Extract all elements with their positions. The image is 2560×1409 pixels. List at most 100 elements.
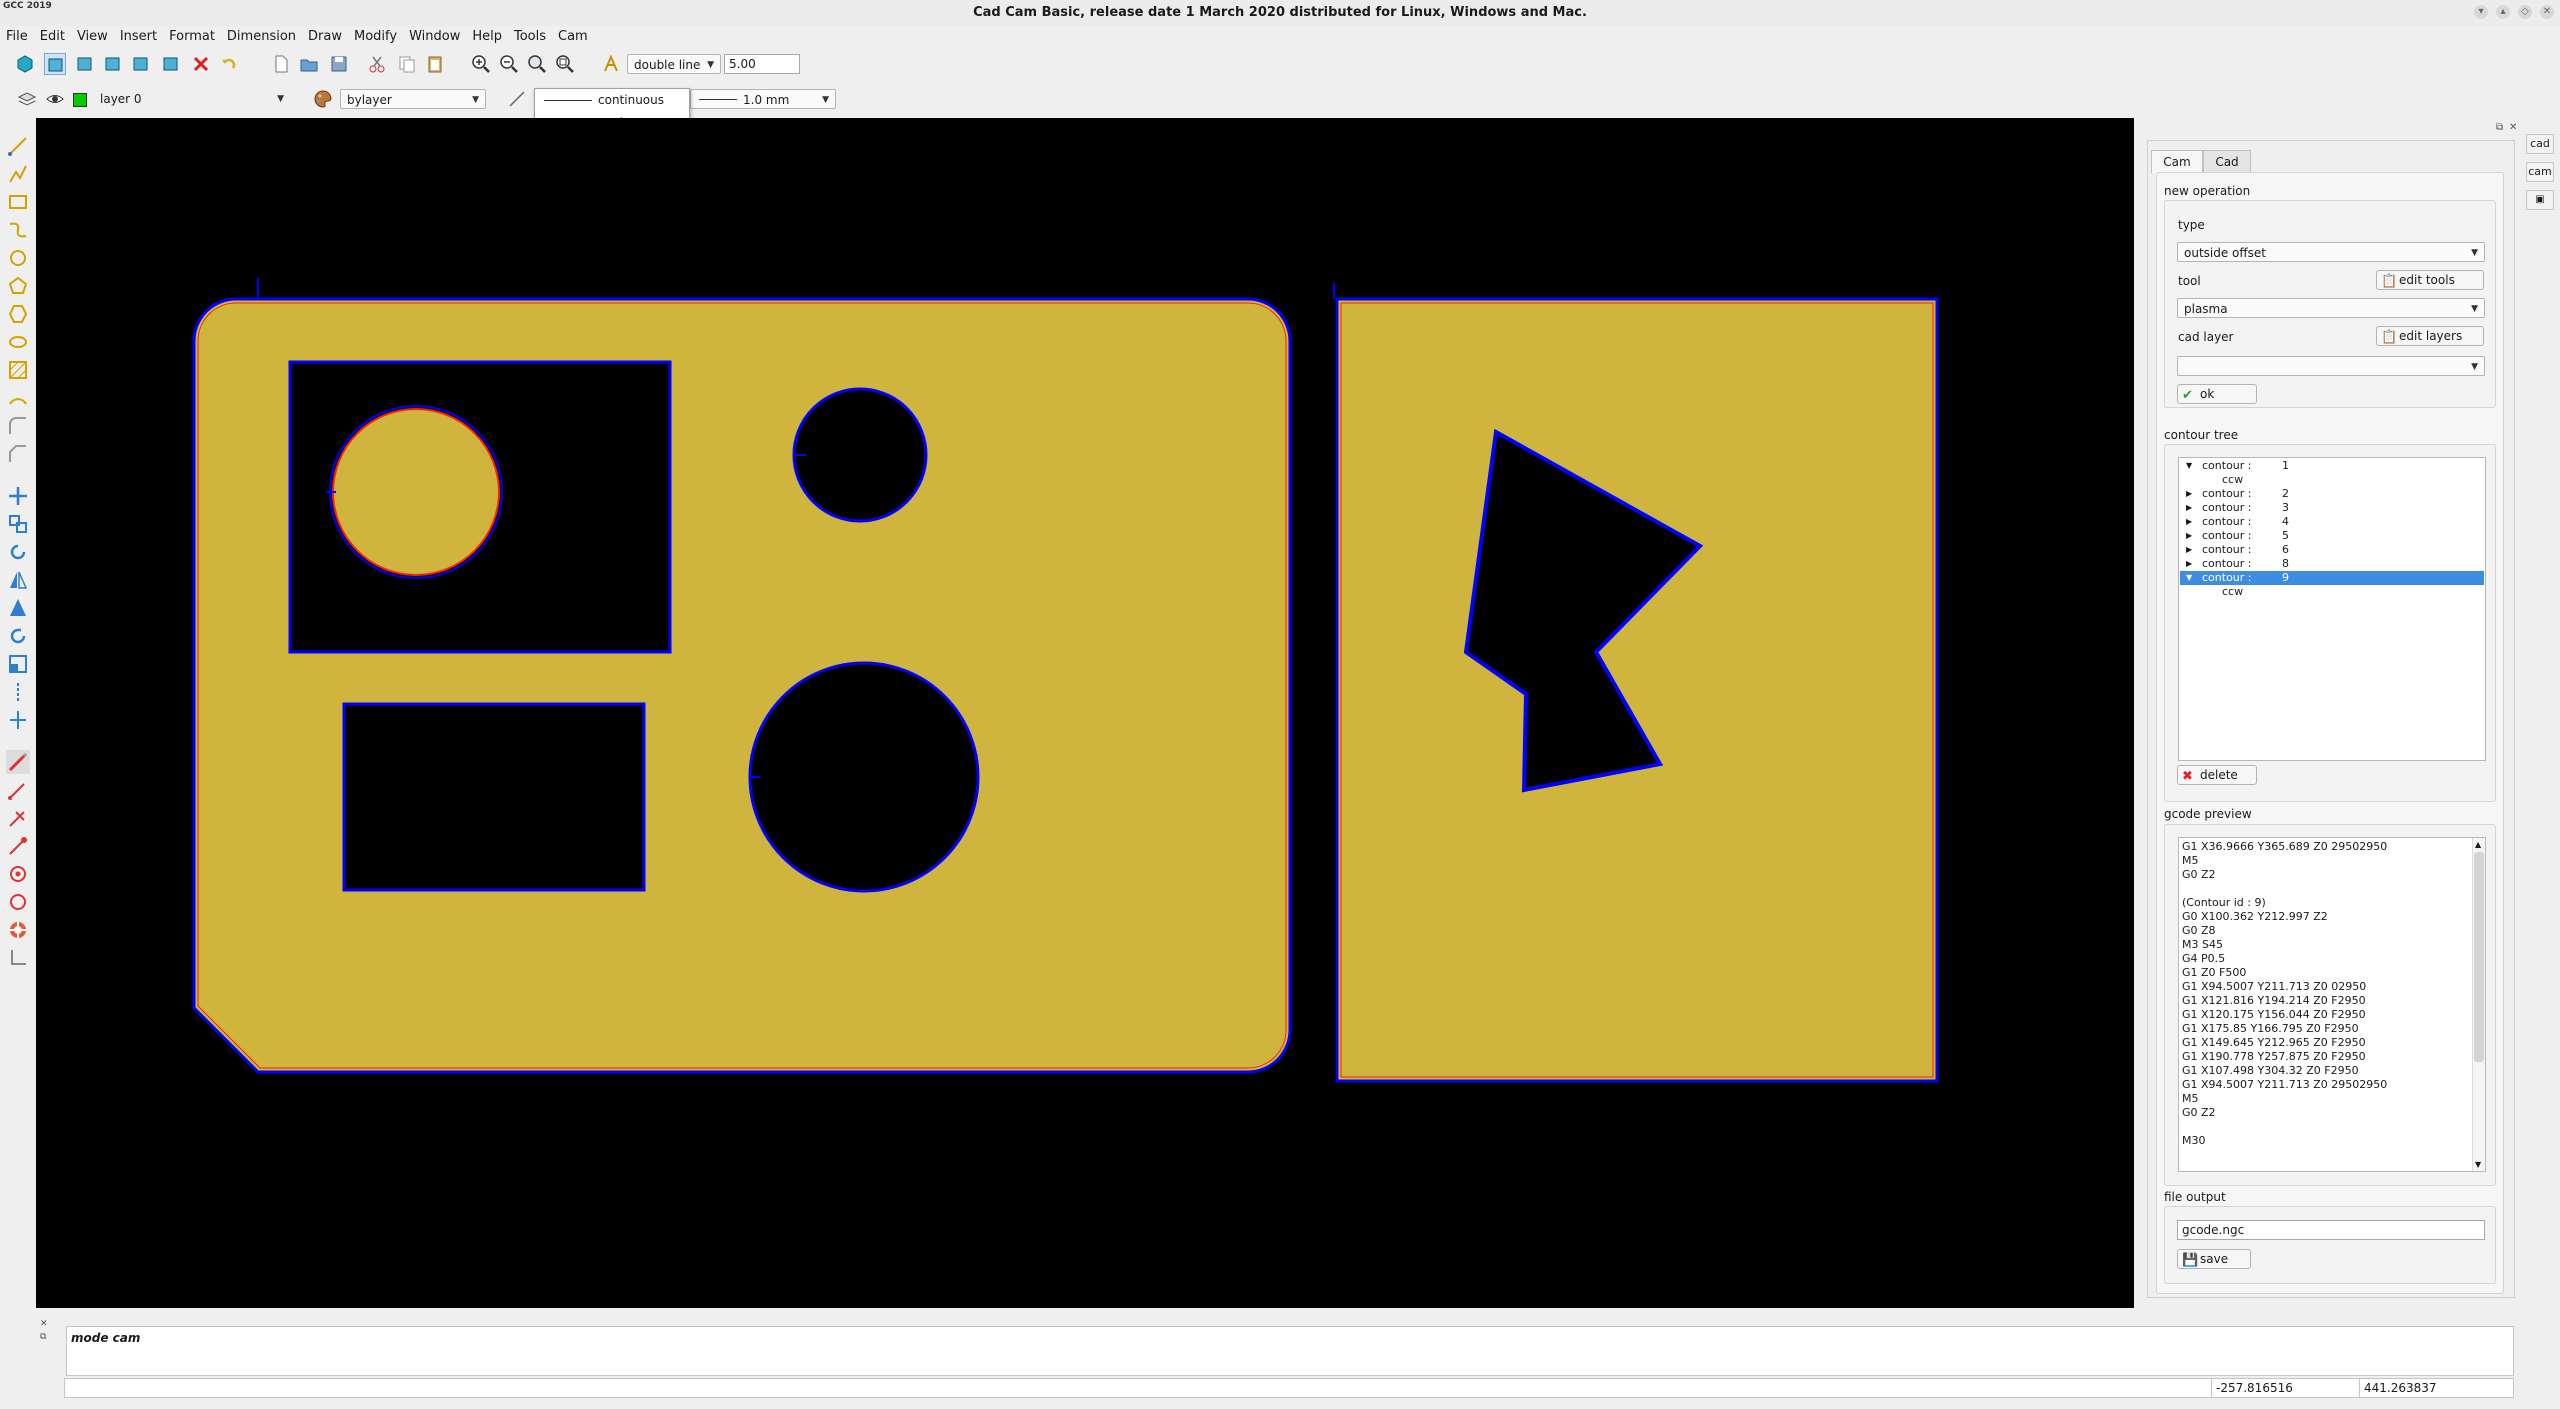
drawing-canvas[interactable] <box>36 118 2134 1308</box>
zoom-out-icon[interactable] <box>498 53 520 75</box>
copy-tool-icon[interactable] <box>6 512 30 536</box>
cam-circle-icon[interactable] <box>6 890 30 914</box>
text-height-input[interactable]: 5.00 <box>724 54 800 74</box>
dock-close-icon[interactable]: ✕ <box>40 1319 48 1329</box>
menu-file[interactable]: File <box>0 26 34 48</box>
cutout-circle-large[interactable] <box>748 661 980 893</box>
menu-edit[interactable]: Edit <box>34 26 71 48</box>
cam-lead-out-icon[interactable] <box>6 806 30 830</box>
hatch-tool-icon[interactable] <box>6 358 30 382</box>
cutout-rect-2[interactable] <box>342 702 646 892</box>
extend-tool-icon[interactable] <box>6 708 30 732</box>
collapsed-arrow-icon[interactable]: ▶ <box>2186 487 2192 501</box>
contour-tree[interactable]: ▼ contour :1 ccw ▶ contour :2 ▶ contour :3 … <box>2178 457 2486 761</box>
linetype-option-continuous[interactable]: continuous <box>536 90 687 111</box>
cam-lead-in-icon[interactable] <box>6 778 30 802</box>
menu-modify[interactable]: Modify <box>348 26 403 48</box>
tree-row-contour-4[interactable]: ▶ contour : 4 <box>2180 515 2484 529</box>
view-left-icon[interactable] <box>102 53 124 75</box>
tree-row-direction[interactable]: ccw <box>2180 473 2484 487</box>
scale-tool-icon[interactable] <box>6 652 30 676</box>
expanded-arrow-icon[interactable]: ▼ <box>2186 571 2192 585</box>
mirror-tool-icon[interactable] <box>6 568 30 592</box>
minimize-icon[interactable]: ▾ <box>2474 5 2488 19</box>
view-right-icon[interactable] <box>130 53 152 75</box>
scroll-up-icon[interactable]: ▲ <box>2475 840 2481 849</box>
offset-tool-icon[interactable] <box>6 596 30 620</box>
tab-cad[interactable]: Cad <box>2203 150 2251 173</box>
collapsed-arrow-icon[interactable]: ▶ <box>2186 557 2192 571</box>
color-palette-icon[interactable] <box>312 88 334 110</box>
linewidth-combo[interactable]: 1.0 mm ▼ <box>690 89 836 109</box>
view-top-icon[interactable] <box>44 53 66 75</box>
file-output-input[interactable]: gcode.ngc <box>2177 1220 2485 1240</box>
view-front-icon[interactable] <box>74 53 96 75</box>
view-3d-icon[interactable] <box>14 53 36 75</box>
menu-insert[interactable]: Insert <box>114 26 163 48</box>
eye-icon[interactable] <box>44 88 66 110</box>
paste-icon[interactable] <box>424 53 446 75</box>
new-file-icon[interactable] <box>270 53 292 75</box>
menu-tools[interactable]: Tools <box>508 26 552 48</box>
close-window-icon[interactable]: ✕ <box>2540 5 2554 19</box>
tree-row-contour-8[interactable]: ▶ contour : 8 <box>2180 557 2484 571</box>
zoom-fit-icon[interactable] <box>526 53 548 75</box>
save-button[interactable]: 💾 save <box>2177 1249 2251 1269</box>
layer-combo[interactable]: layer 0 ▼ <box>94 89 290 109</box>
ok-button[interactable]: ✔ ok <box>2177 384 2257 404</box>
tree-row-contour-1[interactable]: ▼ contour : 1 <box>2180 459 2484 473</box>
cam-start-point-icon[interactable] <box>6 834 30 858</box>
cam-target-icon[interactable] <box>6 862 30 886</box>
cutout-circle-small[interactable] <box>792 387 928 523</box>
maximize-icon[interactable]: ◇ <box>2518 5 2532 19</box>
color-combo[interactable]: bylayer ▼ <box>340 89 486 109</box>
layer-color-swatch[interactable] <box>73 93 87 107</box>
cam-origin-icon[interactable] <box>6 946 30 970</box>
menu-cam[interactable]: Cam <box>552 26 594 48</box>
operation-type-combo[interactable]: outside offset ▼ <box>2177 242 2485 262</box>
collapsed-arrow-icon[interactable]: ▶ <box>2186 529 2192 543</box>
fillet-tool-icon[interactable] <box>6 414 30 438</box>
zoom-window-icon[interactable] <box>554 53 576 75</box>
tree-row-contour-5[interactable]: ▶ contour : 5 <box>2180 529 2484 543</box>
rotate2-tool-icon[interactable] <box>6 624 30 648</box>
save-file-icon[interactable] <box>328 53 350 75</box>
collapsed-arrow-icon[interactable]: ▶ <box>2186 515 2192 529</box>
dock-close-icon[interactable]: ✕ <box>2509 122 2517 133</box>
ellipse-tool-icon[interactable] <box>6 330 30 354</box>
scroll-thumb[interactable] <box>2474 852 2484 1062</box>
cam-lifebuoy-icon[interactable] <box>6 918 30 942</box>
restore-icon[interactable]: ▴ <box>2496 5 2510 19</box>
menu-window[interactable]: Window <box>403 26 466 48</box>
trim-tool-icon[interactable] <box>6 680 30 704</box>
hexagon-tool-icon[interactable] <box>6 302 30 326</box>
move-tool-icon[interactable] <box>6 484 30 508</box>
spline-tool-icon[interactable] <box>6 218 30 242</box>
collapsed-arrow-icon[interactable]: ▶ <box>2186 543 2192 557</box>
drawing-svg[interactable] <box>36 118 2134 1308</box>
view-back-icon[interactable] <box>160 53 182 75</box>
tool-combo[interactable]: plasma ▼ <box>2177 298 2485 318</box>
dock-float-icon[interactable]: ⧉ <box>2496 122 2503 133</box>
terminal-icon[interactable]: ▣ <box>2526 190 2554 210</box>
cad-layer-combo[interactable]: ▼ <box>2177 356 2485 376</box>
edit-tools-button[interactable]: 📋 edit tools <box>2376 270 2484 290</box>
tree-row-contour-6[interactable]: ▶ contour : 6 <box>2180 543 2484 557</box>
zoom-in-icon[interactable] <box>470 53 492 75</box>
tree-row-contour-9[interactable]: ▼ contour : 9 <box>2180 571 2484 585</box>
tree-row-contour-2[interactable]: ▶ contour : 2 <box>2180 487 2484 501</box>
layers-icon[interactable] <box>16 88 38 110</box>
tree-row-direction[interactable]: ccw <box>2180 585 2484 599</box>
dock-cad-button[interactable]: cad <box>2526 134 2554 154</box>
line-tool-icon[interactable] <box>6 134 30 158</box>
linetype-icon[interactable] <box>506 88 528 110</box>
polyline-tool-icon[interactable] <box>6 162 30 186</box>
gcode-scrollbar[interactable]: ▲ ▼ <box>2472 838 2485 1171</box>
gcode-preview-text[interactable]: G1 X36.9666 Y365.689 Z0 29502950 M5 G0 Z2(… <box>2178 837 2486 1172</box>
cam-pen-tool-icon[interactable] <box>6 750 30 774</box>
scroll-down-icon[interactable]: ▼ <box>2475 1160 2481 1169</box>
polygon-tool-icon[interactable] <box>6 274 30 298</box>
part-plate-2[interactable] <box>1335 297 1939 1083</box>
rectangle-tool-icon[interactable] <box>6 190 30 214</box>
menu-draw[interactable]: Draw <box>302 26 348 48</box>
